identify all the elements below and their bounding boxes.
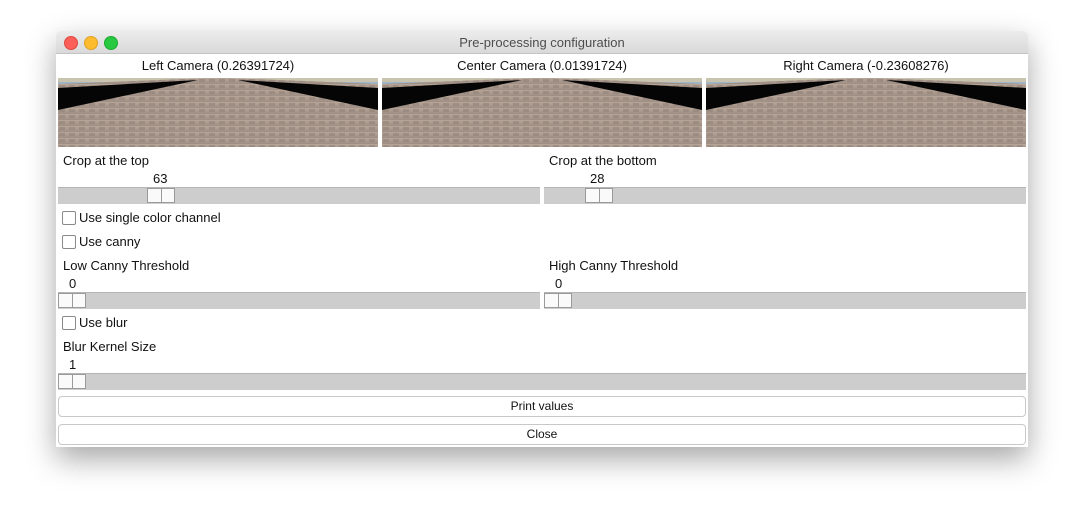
high-canny-value: 0 (555, 276, 563, 291)
window-title: Pre-processing configuration (459, 35, 625, 50)
crop-top-slider[interactable] (58, 187, 540, 204)
crop-bottom-slider-handle[interactable] (585, 188, 613, 203)
low-canny-label: Low Canny Threshold (63, 258, 190, 273)
low-canny-slider-handle[interactable] (58, 293, 86, 308)
blur-kernel-slider-handle[interactable] (58, 374, 86, 389)
title-bar[interactable]: Pre-processing configuration (56, 31, 1028, 54)
right-camera-image (706, 78, 1026, 147)
crop-bottom-label: Crop at the bottom (549, 153, 657, 168)
single-channel-label: Use single color channel (79, 210, 221, 225)
low-canny-slider[interactable] (58, 292, 540, 309)
low-canny-value: 0 (69, 276, 77, 291)
center-camera-label: Center Camera (0.01391724) (457, 58, 627, 73)
high-canny-label: High Canny Threshold (549, 258, 679, 273)
right-camera-label: Right Camera (-0.23608276) (783, 58, 949, 73)
single-channel-checkbox[interactable] (62, 211, 76, 225)
blur-kernel-label: Blur Kernel Size (63, 339, 157, 354)
close-button[interactable]: Close (58, 424, 1026, 445)
crop-bottom-slider[interactable] (544, 187, 1026, 204)
crop-top-label: Crop at the top (63, 153, 149, 168)
crop-bottom-value: 28 (590, 171, 605, 186)
blur-kernel-slider[interactable] (58, 373, 1026, 390)
crop-top-slider-handle[interactable] (147, 188, 175, 203)
left-camera-image (58, 78, 378, 147)
left-camera-label: Left Camera (0.26391724) (141, 58, 295, 73)
preprocessing-window: Pre-processing configuration Left Camera… (56, 31, 1028, 447)
high-canny-slider-handle[interactable] (544, 293, 572, 308)
canny-checkbox[interactable] (62, 235, 76, 249)
center-camera-image (382, 78, 702, 147)
blur-label: Use blur (79, 315, 128, 330)
high-canny-slider[interactable] (544, 292, 1026, 309)
blur-checkbox[interactable] (62, 316, 76, 330)
blur-kernel-value: 1 (69, 357, 77, 372)
canny-label: Use canny (79, 234, 141, 249)
print-values-button[interactable]: Print values (58, 396, 1026, 417)
crop-top-value: 63 (153, 171, 168, 186)
